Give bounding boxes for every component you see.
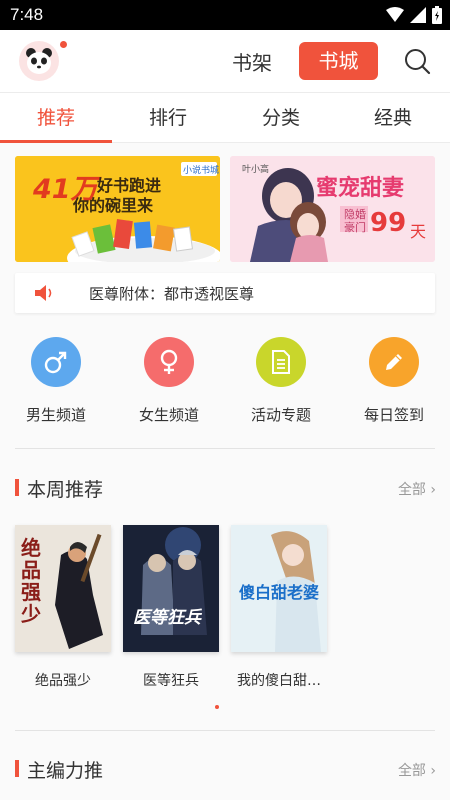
- section-editor-label: 主编力推: [27, 760, 104, 782]
- book-cover-title: 绝品强少: [21, 536, 41, 626]
- category-tabs: 推荐 排行 分类 经典: [0, 92, 450, 143]
- tab-classic[interactable]: 经典: [337, 93, 449, 143]
- banner-days-unit: 天: [410, 222, 427, 241]
- book-cover-title: 傻白甜老婆: [239, 583, 320, 602]
- book-card[interactable]: 医等狂兵 医等狂兵: [123, 525, 219, 690]
- banner-author: 叶小高: [242, 165, 270, 175]
- bookshelf-button[interactable]: 书架: [232, 47, 272, 76]
- status-time: 7:48: [10, 5, 44, 24]
- app-header: 书架 书城: [0, 30, 450, 92]
- channel-activity[interactable]: 活动专题: [241, 337, 321, 425]
- book-card[interactable]: 傻白甜老婆 我的傻白甜…: [231, 525, 327, 690]
- document-icon: [272, 350, 290, 374]
- book-cover-title: 医等狂兵: [133, 608, 201, 628]
- channel-female-label: 女生频道: [138, 406, 199, 424]
- weekly-see-all-link[interactable]: 全部 ›: [398, 479, 436, 499]
- channel-female[interactable]: 女生频道: [129, 337, 209, 425]
- notice-text: 医尊附体：都市透视医尊: [89, 285, 255, 303]
- banner-tag2: 豪门: [344, 221, 366, 234]
- channel-activity-label: 活动专题: [250, 406, 311, 424]
- bookstore-button[interactable]: 书城: [299, 42, 378, 80]
- banner-tag1: 隐婚: [344, 208, 366, 221]
- book-cover: 绝品强少: [15, 525, 111, 652]
- banner-badge: 小说书城: [183, 166, 220, 176]
- wifi-icon: [386, 7, 404, 22]
- female-icon: [160, 349, 178, 374]
- channel-checkin[interactable]: 每日签到: [354, 337, 434, 425]
- editor-see-all-link[interactable]: 全部 ›: [398, 760, 436, 780]
- carousel-indicator: [215, 705, 219, 709]
- notification-dot: [60, 41, 67, 48]
- banner-books-promo[interactable]: 41万 好书跑进 你的碗里来 小说书城: [15, 156, 220, 262]
- tab-recommend[interactable]: 推荐: [0, 93, 112, 143]
- channel-checkin-label: 每日签到: [363, 406, 424, 424]
- pencil-icon: [386, 354, 402, 370]
- book-card[interactable]: 绝品强少 绝品强少: [15, 525, 111, 690]
- tab-ranking[interactable]: 排行: [112, 93, 224, 143]
- divider: [15, 730, 435, 731]
- male-icon: [44, 351, 67, 374]
- book-title: 我的傻白甜…: [237, 673, 321, 689]
- book-cover: 医等狂兵: [123, 525, 219, 652]
- book-title: 绝品强少: [35, 673, 91, 689]
- panda-icon: [26, 48, 52, 74]
- book-cover: 傻白甜老婆: [231, 525, 327, 652]
- battery-icon: [432, 6, 442, 24]
- signal-icon: [410, 7, 426, 23]
- avatar[interactable]: [19, 41, 59, 81]
- status-bar: 7:48: [0, 0, 450, 30]
- tab-category[interactable]: 分类: [225, 93, 337, 143]
- speaker-icon: [35, 285, 52, 301]
- notice-bar[interactable]: 医尊附体：都市透视医尊: [15, 273, 435, 313]
- book-title: 医等狂兵: [143, 673, 199, 689]
- channel-male-label: 男生频道: [25, 406, 86, 424]
- channel-male[interactable]: 男生频道: [16, 337, 96, 425]
- section-weekly-label: 本周推荐: [27, 479, 104, 501]
- banner-line2: 你的碗里来: [73, 196, 154, 215]
- banner-title: 蜜宠甜妻: [316, 176, 405, 201]
- divider: [15, 448, 435, 449]
- banner-days: 99: [370, 208, 407, 238]
- banner-novel-promo[interactable]: 叶小高 蜜宠甜妻 隐婚 豪门 99 天: [230, 156, 435, 262]
- search-icon[interactable]: [403, 47, 431, 75]
